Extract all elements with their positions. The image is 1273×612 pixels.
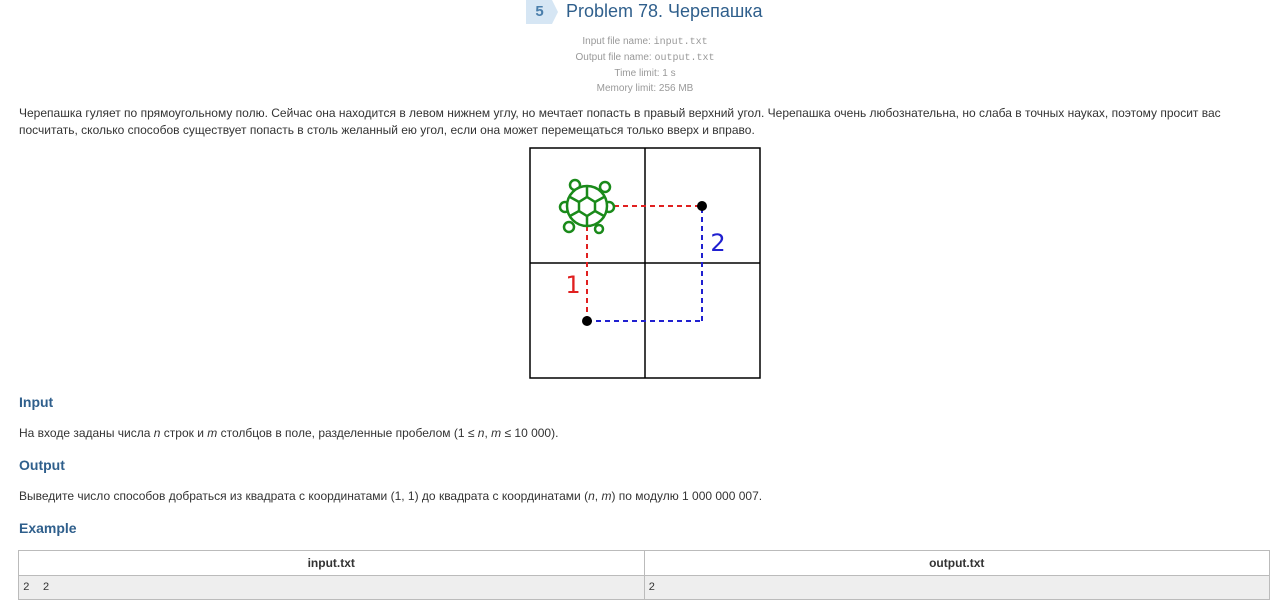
example-col-output: output.txt bbox=[643, 550, 1270, 576]
limits-block: Input file name: input.txt Output file n… bbox=[0, 34, 1273, 96]
input-text-4: ≤ 10 000). bbox=[501, 426, 559, 440]
end-point bbox=[697, 201, 707, 211]
example-table: input.txt output.txt 2 2 2 bbox=[18, 550, 1270, 600]
start-point bbox=[582, 316, 592, 326]
input-file-value: input.txt bbox=[653, 37, 708, 48]
input-text-2: строк и bbox=[160, 426, 208, 440]
input-text-1: На входе заданы числа bbox=[19, 426, 154, 440]
problem-statement: Черепашка гуляет по прямоугольному полю.… bbox=[19, 106, 1221, 137]
turtle-grid-figure: 1 2 bbox=[529, 147, 761, 379]
path-2-label: 2 bbox=[710, 229, 725, 257]
output-var-m: m bbox=[601, 489, 612, 503]
output-file-value: output.txt bbox=[654, 53, 715, 64]
output-var-n: n bbox=[588, 489, 595, 503]
output-file-label: Output file name: bbox=[575, 52, 652, 63]
path-1-label: 1 bbox=[565, 271, 580, 299]
problem-number: 5 bbox=[535, 3, 544, 20]
var-m: m bbox=[207, 426, 218, 440]
input-file-line: Input file name: input.txt bbox=[0, 34, 1273, 50]
input-heading: Input bbox=[19, 394, 54, 410]
example-output-cell: 2 bbox=[643, 575, 1270, 600]
grid-illustration: 1 2 bbox=[529, 147, 761, 379]
input-text-3: столбцов в поле, разделенные пробелом (1… bbox=[217, 426, 478, 440]
example-header-row: input.txt output.txt bbox=[18, 550, 1270, 576]
output-file-line: Output file name: output.txt bbox=[0, 50, 1273, 66]
memory-limit: Memory limit: 256 MB bbox=[596, 83, 694, 94]
problem-title: Problem 78. Черепашка bbox=[566, 1, 763, 21]
example-input-cell: 2 2 bbox=[18, 575, 645, 600]
output-heading: Output bbox=[19, 457, 65, 473]
problem-number-badge: 5 bbox=[526, 0, 558, 24]
output-text-1: Выведите число способов добраться из ква… bbox=[19, 489, 589, 503]
example-col-input: input.txt bbox=[18, 550, 645, 576]
var-m-constraint: m bbox=[491, 426, 502, 440]
output-description: Выведите число способов добраться из ква… bbox=[19, 489, 762, 503]
output-text-2: ) по модулю 1 000 000 007. bbox=[611, 489, 763, 503]
time-limit: Time limit: 1 s bbox=[614, 68, 676, 79]
input-file-label: Input file name: bbox=[582, 36, 651, 47]
problem-header: 5 Problem 78. Черепашка bbox=[0, 0, 1273, 24]
table-row: 2 2 2 bbox=[18, 575, 1270, 600]
example-heading: Example bbox=[19, 520, 77, 536]
input-description: На входе заданы числа n строк и m столбц… bbox=[19, 426, 558, 440]
